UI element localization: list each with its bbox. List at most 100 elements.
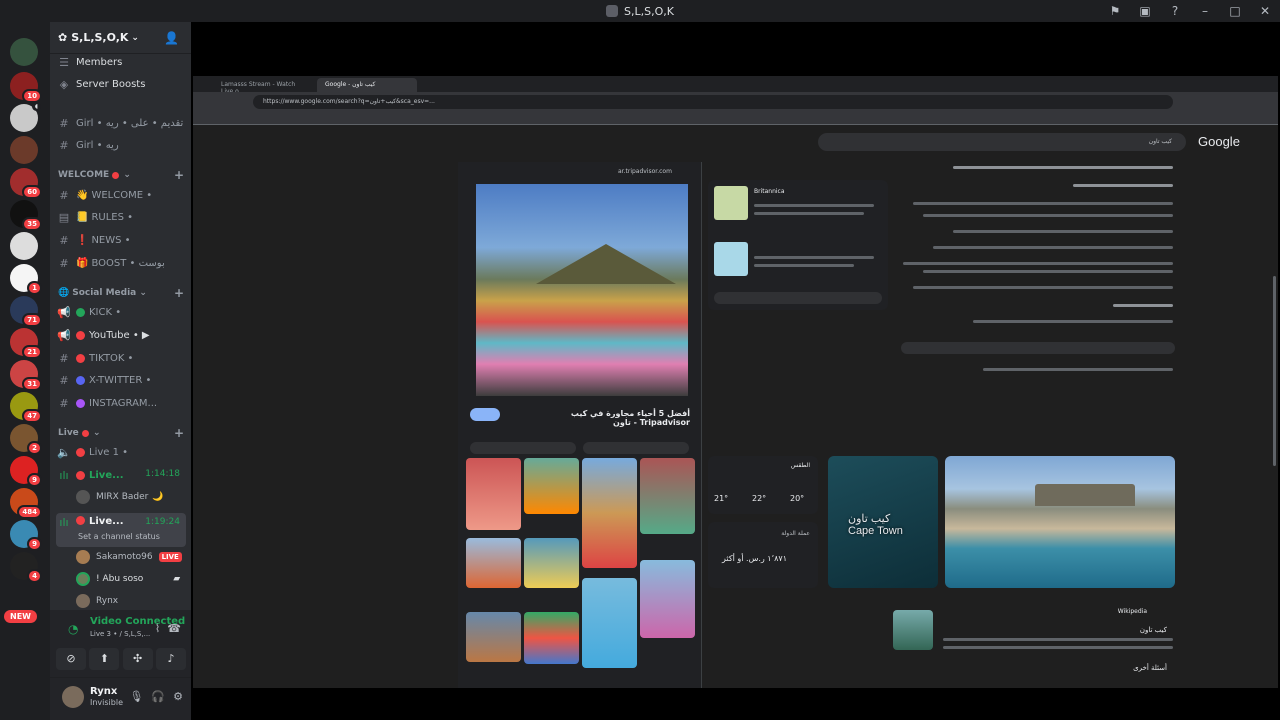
related-image[interactable] (640, 458, 695, 534)
guild-icon[interactable] (10, 38, 38, 66)
guild-icon[interactable] (10, 136, 38, 164)
guild-icon[interactable]: 60 (10, 168, 42, 199)
guild-icon[interactable]: 4 (10, 552, 42, 583)
user-avatar[interactable] (62, 686, 84, 708)
related-image[interactable] (582, 578, 637, 668)
guild-icon[interactable] (10, 232, 38, 260)
related-image[interactable] (466, 612, 521, 662)
inbox-icon[interactable]: ▣ (1130, 4, 1160, 18)
cape-town-map[interactable]: كيب تاون Cape Town (828, 456, 938, 588)
guild-icon[interactable]: 71 (10, 296, 42, 327)
guild-icon[interactable]: ◖ (10, 102, 41, 132)
more-button[interactable] (714, 292, 882, 304)
channel-news[interactable]: # ❗ NEWS • (56, 230, 186, 250)
voice-user[interactable]: MIRX Bader 🌙 (76, 487, 164, 507)
category-welcome[interactable]: WELCOME ⌄ + (58, 165, 188, 185)
address-bar[interactable]: https://www.google.com/search?q=كيب+تاون… (253, 95, 1173, 109)
voice-controls: ⌇ ☎ (155, 622, 181, 635)
related-image[interactable] (524, 458, 579, 514)
guild-icon[interactable]: 47 (10, 392, 42, 423)
image-source[interactable]: ar.tripadvisor.com (618, 168, 672, 175)
server-boosts-link[interactable]: ◈ Server Boosts (56, 74, 186, 94)
save-button[interactable] (470, 442, 576, 454)
channel-tiktok[interactable]: # TIKTOK • (56, 348, 186, 368)
voice-channel-link[interactable]: Live 3 • / S,L,S,... (90, 630, 150, 638)
headphones-icon[interactable]: 🎧 (151, 690, 165, 703)
image-title[interactable]: أفضل 5 أحياء مجاورة في كيب تاون - Tripad… (558, 409, 690, 427)
minimize-icon[interactable]: – (1190, 4, 1220, 18)
currency-card[interactable]: عملة الدولة ١٬٨٧١ ر.س. أو أكثر (708, 522, 818, 588)
new-unreads-pill[interactable]: NEW (4, 610, 37, 623)
guild-icon[interactable]: 2 (10, 424, 42, 455)
related-image[interactable] (582, 458, 637, 568)
guild-icon[interactable]: 31 (10, 360, 42, 391)
add-channel-icon[interactable]: + (174, 168, 184, 182)
help-icon[interactable]: ? (1160, 4, 1190, 18)
server-header[interactable]: ✿ S,L,S,O,K ⌄ 👤 (50, 22, 191, 54)
user-name[interactable]: Rynx (90, 686, 117, 697)
related-image[interactable] (466, 538, 521, 588)
avatar (76, 490, 90, 504)
show-more-button[interactable] (901, 342, 1175, 354)
related-image[interactable] (640, 560, 695, 638)
channel-boost[interactable]: # 🎁 BOOST • بوست (56, 253, 186, 273)
channel-girl[interactable]: # Girl • ريه (56, 135, 186, 155)
channel-welcome[interactable]: # 👋 WELCOME • (56, 185, 186, 205)
channel-status[interactable]: Set a channel status (78, 532, 160, 541)
settings-gear-icon[interactable]: ⚙ (173, 690, 183, 703)
channel-girl-apply[interactable]: # Girl • تقديم • على • ريه (56, 113, 186, 133)
disconnect-icon[interactable]: ☎ (167, 622, 181, 635)
close-icon[interactable]: ✕ (1250, 4, 1280, 18)
voice-channel-live-2[interactable]: ılı Live... 1:14:18 (56, 465, 186, 485)
share-button[interactable] (583, 442, 689, 454)
cape-town-photo[interactable] (476, 184, 688, 396)
britannica-card[interactable]: Britannica (708, 180, 888, 310)
channel-instagram[interactable]: # INSTAGRAM... (56, 393, 186, 413)
add-channel-icon[interactable]: + (174, 426, 184, 440)
category-social-media[interactable]: 🌐 Social Media ⌄ + (58, 283, 188, 303)
voice-channel-live-3[interactable]: ılı Live... 1:19:24 Set a channel status (56, 513, 186, 547)
maximize-icon[interactable]: □ (1220, 4, 1250, 18)
wikipedia-card[interactable]: Wikipedia كيب تاون أسئلة أخرى (893, 602, 1177, 688)
activities-icon[interactable]: ✣ (122, 648, 153, 670)
guild-icon[interactable]: 484 (10, 488, 42, 519)
category-live[interactable]: Live ⌄ + (58, 423, 188, 443)
voice-channel-live-1[interactable]: 🔈 Live 1 • (56, 442, 186, 462)
visit-button[interactable] (470, 408, 500, 421)
browser-tab[interactable]: Lamasss Stream - Watch Live o... (213, 78, 313, 95)
browser-tab-active[interactable]: Google - كيب تاون (317, 78, 417, 92)
guild-icon[interactable]: 35 (10, 200, 42, 231)
cape-town-aerial-photo[interactable] (945, 456, 1175, 588)
flag-icon[interactable]: ⚑ (1100, 4, 1130, 18)
add-user-icon[interactable]: 👤 (164, 31, 179, 45)
page-scrollbar[interactable] (1273, 276, 1276, 466)
related-image[interactable] (466, 458, 521, 530)
guild-icon[interactable]: 21 (10, 328, 42, 359)
kick-dot (76, 307, 85, 317)
google-search-box[interactable]: كيب تاون (818, 133, 1186, 151)
related-image[interactable] (524, 612, 579, 664)
voice-user[interactable]: Sakamoto96 LIVE (76, 547, 182, 567)
channel-youtube[interactable]: 📢 YouTube • ▶ (56, 325, 186, 345)
guild-badge: 31 (22, 377, 42, 391)
weather-card[interactable]: الطقس 21° 22° 20° (708, 456, 818, 514)
noise-suppression-icon[interactable]: ⌇ (155, 622, 160, 635)
add-channel-icon[interactable]: + (174, 286, 184, 300)
related-image[interactable] (524, 538, 579, 588)
voice-user[interactable]: Rynx (76, 591, 118, 611)
voice-user[interactable]: ! Abu soso ▰ (76, 569, 180, 589)
soundboard-icon[interactable]: ♪ (155, 648, 186, 670)
guild-icon[interactable]: 9 (10, 520, 42, 551)
google-logo[interactable]: Google (1198, 134, 1240, 149)
microphone-icon[interactable]: 🎙 (129, 690, 143, 703)
guild-icon[interactable]: 1 (10, 264, 42, 295)
guild-icon[interactable]: 10 (10, 72, 42, 103)
channel-kick[interactable]: 📢 KICK • (56, 302, 186, 322)
stream-stage[interactable]: Lamasss Stream - Watch Live o... Google … (191, 22, 1280, 720)
guild-icon[interactable]: 9 (10, 456, 42, 487)
channel-rules[interactable]: ▤ 📒 RULES • (56, 207, 186, 227)
channel-x-twitter[interactable]: # X-TWITTER • (56, 370, 186, 390)
camera-off-icon[interactable]: ⊘ (56, 648, 86, 670)
screen-share-icon[interactable]: ⬆ (89, 648, 120, 670)
members-link[interactable]: ☰ Members (56, 52, 186, 72)
